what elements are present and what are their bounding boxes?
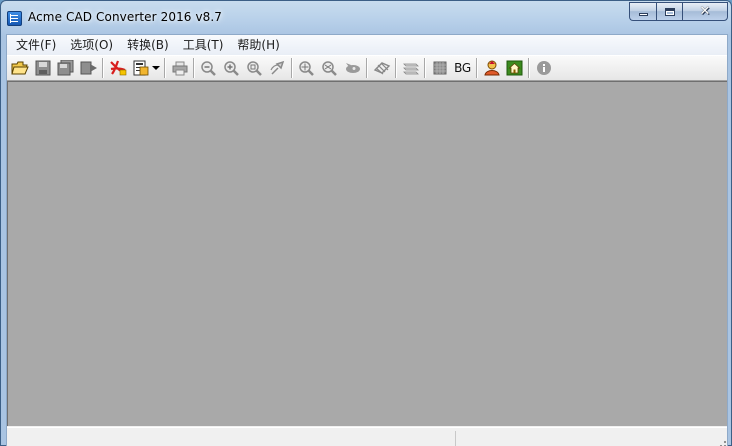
client-area: 文件(F) 选项(O) 转换(B) 工具(T) 帮助(H) BG [6, 34, 728, 446]
zoom-out-button[interactable] [197, 57, 220, 79]
user-icon [483, 60, 500, 76]
menu-convert[interactable]: 转换(B) [120, 35, 176, 55]
info-icon [536, 61, 551, 75]
menu-tools[interactable]: 工具(T) [176, 35, 231, 55]
batch-convert-icon [133, 60, 148, 76]
save-all-icon [57, 60, 73, 76]
view-icon [345, 63, 360, 73]
toolbar-separator [424, 58, 426, 78]
zoom-extents-icon [298, 61, 314, 76]
minimize-icon [638, 13, 648, 16]
close-icon: ✕ [699, 4, 711, 19]
home-icon [506, 60, 522, 76]
maximize-icon [664, 7, 675, 16]
save-icon [35, 60, 50, 76]
toolbar-separator [164, 58, 166, 78]
batch-convert-dropdown[interactable] [152, 57, 162, 79]
zoom-extents-button[interactable] [295, 57, 318, 79]
open-button[interactable] [8, 57, 31, 79]
minimize-button[interactable] [629, 2, 656, 21]
menu-options[interactable]: 选项(O) [63, 35, 120, 55]
toolbar-separator [395, 58, 397, 78]
layers-button[interactable] [370, 57, 393, 79]
zoom-previous-button[interactable] [318, 57, 341, 79]
black-white-button[interactable] [428, 57, 451, 79]
bg-color-label: BG [454, 61, 471, 75]
zoom-out-icon [200, 61, 216, 76]
layout-button[interactable] [399, 57, 422, 79]
print-button[interactable] [168, 57, 191, 79]
zoom-window-button[interactable] [243, 57, 266, 79]
layout-icon [402, 63, 419, 75]
title-bar[interactable]: Acme CAD Converter 2016 v8.7 ✕ [1, 1, 731, 34]
zoom-in-button[interactable] [220, 57, 243, 79]
window-title: Acme CAD Converter 2016 v8.7 [28, 10, 223, 24]
toolbar-separator [476, 58, 478, 78]
toolbar: BG [7, 55, 727, 81]
print-icon [172, 61, 187, 76]
pdf-convert-button[interactable] [106, 57, 129, 79]
zoom-in-icon [223, 61, 239, 76]
toolbar-separator [291, 58, 293, 78]
export-button[interactable] [77, 57, 100, 79]
resize-grip[interactable] [715, 436, 727, 446]
zoom-window-icon [246, 61, 262, 76]
menu-bar: 文件(F) 选项(O) 转换(B) 工具(T) 帮助(H) [7, 35, 727, 55]
caption-buttons: ✕ [629, 2, 728, 21]
app-icon[interactable] [7, 11, 22, 26]
drawing-canvas[interactable] [7, 81, 727, 426]
open-folder-icon [10, 61, 29, 75]
view-button[interactable] [341, 57, 364, 79]
layers-icon [373, 62, 390, 75]
toolbar-separator [102, 58, 104, 78]
black-white-icon [433, 61, 446, 75]
close-button[interactable]: ✕ [682, 2, 728, 21]
menu-file[interactable]: 文件(F) [9, 35, 63, 55]
maximize-button[interactable] [656, 2, 682, 21]
export-icon [80, 61, 97, 75]
about-button[interactable] [532, 57, 555, 79]
home-button[interactable] [503, 57, 526, 79]
batch-convert-button[interactable] [129, 57, 152, 79]
zoom-realtime-button[interactable] [266, 57, 289, 79]
zoom-realtime-icon [269, 60, 284, 75]
save-all-button[interactable] [54, 57, 77, 79]
status-bar [7, 427, 727, 446]
zoom-previous-icon [321, 61, 337, 76]
app-window: Acme CAD Converter 2016 v8.7 ✕ 文件(F) 选项(… [0, 0, 732, 446]
user-button[interactable] [480, 57, 503, 79]
bg-color-button[interactable]: BG [451, 57, 474, 79]
menu-help[interactable]: 帮助(H) [230, 35, 286, 55]
status-pane-divider [455, 431, 456, 446]
save-button[interactable] [31, 57, 54, 79]
toolbar-separator [528, 58, 530, 78]
toolbar-separator [193, 58, 195, 78]
pdf-convert-icon [109, 60, 126, 76]
toolbar-separator [366, 58, 368, 78]
